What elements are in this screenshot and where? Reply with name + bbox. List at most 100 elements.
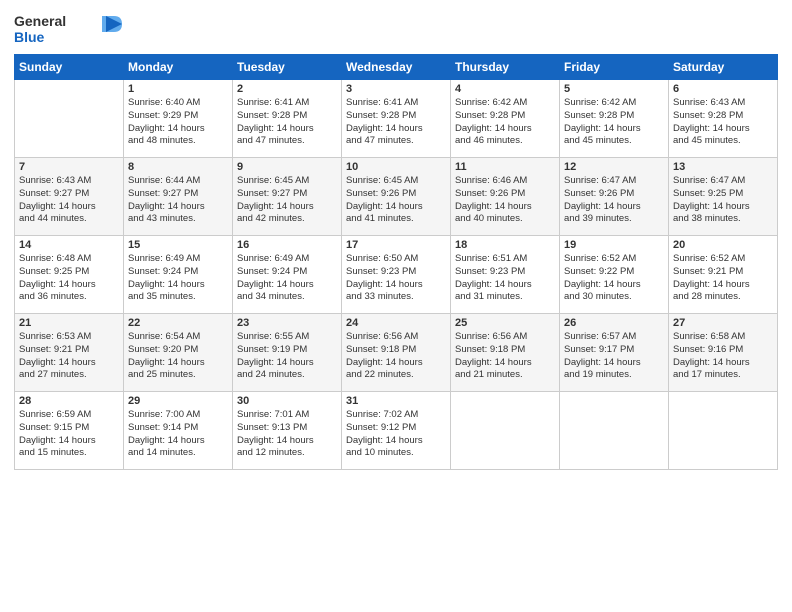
header-day-wednesday: Wednesday bbox=[342, 55, 451, 80]
calendar-week-row: 14 Sunrise: 6:48 AM Sunset: 9:25 PM Dayli… bbox=[15, 236, 778, 314]
cell-content: Sunrise: 6:45 AM Sunset: 9:26 PM Dayligh… bbox=[346, 175, 446, 226]
cell-content: Sunrise: 6:44 AM Sunset: 9:27 PM Dayligh… bbox=[128, 175, 228, 226]
day-number: 15 bbox=[128, 239, 228, 251]
day-number: 29 bbox=[128, 395, 228, 407]
cell-content: Sunrise: 6:53 AM Sunset: 9:21 PM Dayligh… bbox=[19, 331, 119, 382]
cell-content: Sunrise: 6:52 AM Sunset: 9:22 PM Dayligh… bbox=[564, 253, 664, 304]
cell-content: Sunrise: 6:52 AM Sunset: 9:21 PM Dayligh… bbox=[673, 253, 773, 304]
calendar-cell: 13 Sunrise: 6:47 AM Sunset: 9:25 PM Dayli… bbox=[669, 158, 778, 236]
header-day-sunday: Sunday bbox=[15, 55, 124, 80]
day-number: 17 bbox=[346, 239, 446, 251]
logo-svg: General Blue bbox=[14, 10, 124, 50]
day-number: 9 bbox=[237, 161, 337, 173]
cell-content: Sunrise: 6:48 AM Sunset: 9:25 PM Dayligh… bbox=[19, 253, 119, 304]
calendar-cell: 14 Sunrise: 6:48 AM Sunset: 9:25 PM Dayli… bbox=[15, 236, 124, 314]
calendar-week-row: 21 Sunrise: 6:53 AM Sunset: 9:21 PM Dayli… bbox=[15, 314, 778, 392]
header: General Blue bbox=[14, 10, 778, 50]
calendar-week-row: 1 Sunrise: 6:40 AM Sunset: 9:29 PM Daylig… bbox=[15, 80, 778, 158]
calendar-cell: 12 Sunrise: 6:47 AM Sunset: 9:26 PM Dayli… bbox=[560, 158, 669, 236]
day-number: 2 bbox=[237, 83, 337, 95]
cell-content: Sunrise: 6:50 AM Sunset: 9:23 PM Dayligh… bbox=[346, 253, 446, 304]
day-number: 8 bbox=[128, 161, 228, 173]
calendar-cell bbox=[560, 392, 669, 470]
cell-content: Sunrise: 6:55 AM Sunset: 9:19 PM Dayligh… bbox=[237, 331, 337, 382]
calendar-cell: 3Sunrise: 6:41 AM Sunset: 9:28 PM Daylig… bbox=[342, 80, 451, 158]
day-number: 20 bbox=[673, 239, 773, 251]
calendar-cell: 19 Sunrise: 6:52 AM Sunset: 9:22 PM Dayli… bbox=[560, 236, 669, 314]
day-number: 14 bbox=[19, 239, 119, 251]
cell-content: Sunrise: 6:56 AM Sunset: 9:18 PM Dayligh… bbox=[455, 331, 555, 382]
day-number: 19 bbox=[564, 239, 664, 251]
calendar-cell: 21 Sunrise: 6:53 AM Sunset: 9:21 PM Dayli… bbox=[15, 314, 124, 392]
calendar-table: SundayMondayTuesdayWednesdayThursdayFrid… bbox=[14, 54, 778, 470]
cell-content: Sunrise: 6:46 AM Sunset: 9:26 PM Dayligh… bbox=[455, 175, 555, 226]
day-number: 3 bbox=[346, 83, 446, 95]
calendar-header-row: SundayMondayTuesdayWednesdayThursdayFrid… bbox=[15, 55, 778, 80]
calendar-cell: 20 Sunrise: 6:52 AM Sunset: 9:21 PM Dayli… bbox=[669, 236, 778, 314]
calendar-cell bbox=[15, 80, 124, 158]
day-number: 13 bbox=[673, 161, 773, 173]
day-number: 11 bbox=[455, 161, 555, 173]
cell-content: Sunrise: 7:01 AM Sunset: 9:13 PM Dayligh… bbox=[237, 409, 337, 460]
cell-content: Sunrise: 6:54 AM Sunset: 9:20 PM Dayligh… bbox=[128, 331, 228, 382]
day-number: 30 bbox=[237, 395, 337, 407]
calendar-cell: 6 Sunrise: 6:43 AM Sunset: 9:28 PM Daylig… bbox=[669, 80, 778, 158]
cell-content: Sunrise: 6:49 AM Sunset: 9:24 PM Dayligh… bbox=[237, 253, 337, 304]
calendar-cell: 30 Sunrise: 7:01 AM Sunset: 9:13 PM Dayli… bbox=[233, 392, 342, 470]
calendar-cell bbox=[669, 392, 778, 470]
day-number: 7 bbox=[19, 161, 119, 173]
day-number: 26 bbox=[564, 317, 664, 329]
calendar-week-row: 7 Sunrise: 6:43 AM Sunset: 9:27 PM Daylig… bbox=[15, 158, 778, 236]
svg-text:Blue: Blue bbox=[14, 29, 45, 45]
calendar-cell: 27Sunrise: 6:58 AM Sunset: 9:16 PM Dayli… bbox=[669, 314, 778, 392]
cell-content: Sunrise: 6:59 AM Sunset: 9:15 PM Dayligh… bbox=[19, 409, 119, 460]
day-number: 22 bbox=[128, 317, 228, 329]
day-number: 6 bbox=[673, 83, 773, 95]
calendar-cell: 24Sunrise: 6:56 AM Sunset: 9:18 PM Dayli… bbox=[342, 314, 451, 392]
cell-content: Sunrise: 6:49 AM Sunset: 9:24 PM Dayligh… bbox=[128, 253, 228, 304]
logo: General Blue bbox=[14, 10, 124, 50]
header-day-thursday: Thursday bbox=[451, 55, 560, 80]
calendar-cell: 1 Sunrise: 6:40 AM Sunset: 9:29 PM Daylig… bbox=[124, 80, 233, 158]
calendar-cell: 18 Sunrise: 6:51 AM Sunset: 9:23 PM Dayli… bbox=[451, 236, 560, 314]
calendar-cell: 5Sunrise: 6:42 AM Sunset: 9:28 PM Daylig… bbox=[560, 80, 669, 158]
calendar-cell: 7 Sunrise: 6:43 AM Sunset: 9:27 PM Daylig… bbox=[15, 158, 124, 236]
day-number: 12 bbox=[564, 161, 664, 173]
header-day-monday: Monday bbox=[124, 55, 233, 80]
calendar-cell: 31Sunrise: 7:02 AM Sunset: 9:12 PM Dayli… bbox=[342, 392, 451, 470]
day-number: 1 bbox=[128, 83, 228, 95]
calendar-cell: 23 Sunrise: 6:55 AM Sunset: 9:19 PM Dayli… bbox=[233, 314, 342, 392]
calendar-cell bbox=[451, 392, 560, 470]
day-number: 27 bbox=[673, 317, 773, 329]
cell-content: Sunrise: 6:40 AM Sunset: 9:29 PM Dayligh… bbox=[128, 97, 228, 148]
cell-content: Sunrise: 6:43 AM Sunset: 9:28 PM Dayligh… bbox=[673, 97, 773, 148]
cell-content: Sunrise: 6:45 AM Sunset: 9:27 PM Dayligh… bbox=[237, 175, 337, 226]
calendar-cell: 17 Sunrise: 6:50 AM Sunset: 9:23 PM Dayli… bbox=[342, 236, 451, 314]
cell-content: Sunrise: 6:47 AM Sunset: 9:26 PM Dayligh… bbox=[564, 175, 664, 226]
day-number: 21 bbox=[19, 317, 119, 329]
calendar-cell: 22 Sunrise: 6:54 AM Sunset: 9:20 PM Dayli… bbox=[124, 314, 233, 392]
day-number: 16 bbox=[237, 239, 337, 251]
day-number: 23 bbox=[237, 317, 337, 329]
cell-content: Sunrise: 6:43 AM Sunset: 9:27 PM Dayligh… bbox=[19, 175, 119, 226]
day-number: 25 bbox=[455, 317, 555, 329]
calendar-cell: 25 Sunrise: 6:56 AM Sunset: 9:18 PM Dayli… bbox=[451, 314, 560, 392]
cell-content: Sunrise: 6:42 AM Sunset: 9:28 PM Dayligh… bbox=[455, 97, 555, 148]
cell-content: Sunrise: 6:51 AM Sunset: 9:23 PM Dayligh… bbox=[455, 253, 555, 304]
calendar-cell: 16 Sunrise: 6:49 AM Sunset: 9:24 PM Dayli… bbox=[233, 236, 342, 314]
calendar-cell: 10Sunrise: 6:45 AM Sunset: 9:26 PM Dayli… bbox=[342, 158, 451, 236]
calendar-cell: 11 Sunrise: 6:46 AM Sunset: 9:26 PM Dayli… bbox=[451, 158, 560, 236]
calendar-cell: 2Sunrise: 6:41 AM Sunset: 9:28 PM Daylig… bbox=[233, 80, 342, 158]
calendar-cell: 4Sunrise: 6:42 AM Sunset: 9:28 PM Daylig… bbox=[451, 80, 560, 158]
day-number: 28 bbox=[19, 395, 119, 407]
page-container: General Blue SundayMondayTuesdayWednesda… bbox=[0, 0, 792, 480]
cell-content: Sunrise: 6:57 AM Sunset: 9:17 PM Dayligh… bbox=[564, 331, 664, 382]
day-number: 24 bbox=[346, 317, 446, 329]
calendar-cell: 26 Sunrise: 6:57 AM Sunset: 9:17 PM Dayli… bbox=[560, 314, 669, 392]
day-number: 31 bbox=[346, 395, 446, 407]
cell-content: Sunrise: 6:47 AM Sunset: 9:25 PM Dayligh… bbox=[673, 175, 773, 226]
calendar-body: 1 Sunrise: 6:40 AM Sunset: 9:29 PM Daylig… bbox=[15, 80, 778, 470]
calendar-cell: 15 Sunrise: 6:49 AM Sunset: 9:24 PM Dayli… bbox=[124, 236, 233, 314]
calendar-cell: 8 Sunrise: 6:44 AM Sunset: 9:27 PM Daylig… bbox=[124, 158, 233, 236]
day-number: 18 bbox=[455, 239, 555, 251]
